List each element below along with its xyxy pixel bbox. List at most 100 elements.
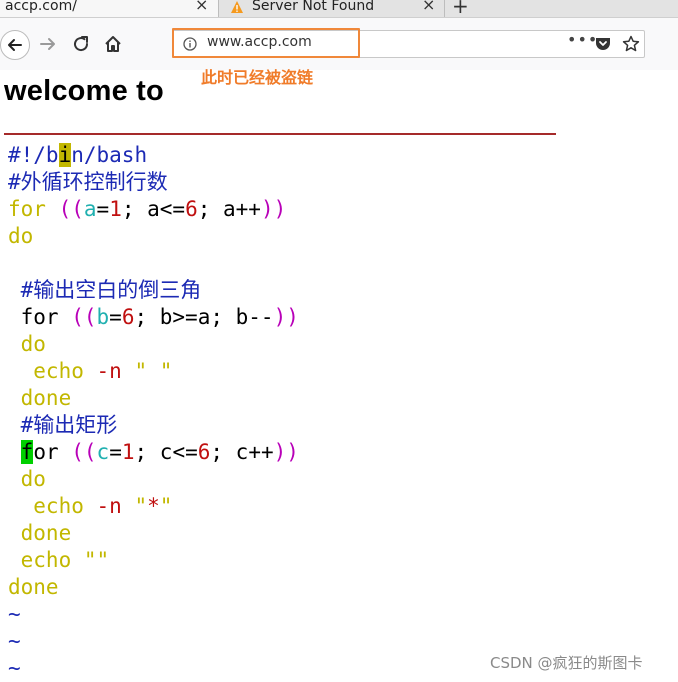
code-token: ; c<= <box>134 440 198 464</box>
code-token: do <box>8 224 34 248</box>
code-line: echo -n " " <box>8 358 299 385</box>
horizontal-rule <box>4 133 556 135</box>
new-tab-button[interactable]: + <box>452 0 469 16</box>
code-line: #!/bin/bash <box>8 142 299 169</box>
code-token: 1 <box>109 197 122 221</box>
code-token: for <box>8 197 46 221</box>
tab-server-not-found[interactable]: Server Not Found × <box>219 0 444 17</box>
tab-title: accp.com/ <box>5 0 77 14</box>
code-token: " " <box>134 359 173 383</box>
code-line: echo -n "*" <box>8 493 299 520</box>
code-token: (( <box>71 440 97 464</box>
code-token: for <box>8 305 72 329</box>
code-token: #输出矩形 <box>8 413 118 437</box>
code-line: for ((c=1; c<=6; c++)) <box>8 439 299 466</box>
code-line: for ((a=1; a<=6; a++)) <box>8 196 299 223</box>
code-token: (( <box>71 305 97 329</box>
code-token: ; c++ <box>210 440 274 464</box>
code-line: done <box>8 520 299 547</box>
code-line: ~ <box>8 628 299 655</box>
code-block: #!/bin/bash #外循环控制行数 for ((a=1; a<=6; a++)… <box>8 142 299 682</box>
code-line: #输出矩形 <box>8 412 299 439</box>
code-token: = <box>96 197 110 221</box>
code-token: 6 <box>121 305 135 329</box>
code-token: #输出空白的倒三角 <box>8 278 202 302</box>
code-token: ~ <box>8 656 21 680</box>
code-line: ~ <box>8 655 299 682</box>
tab-title: Server Not Found <box>252 0 375 14</box>
navigation-bar: www.accp.com ••• <box>0 18 678 70</box>
tab-strip: accp.com/ × Server Not Found × + <box>0 0 678 18</box>
code-token: f <box>20 440 34 464</box>
info-icon[interactable] <box>183 37 197 51</box>
code-token: or <box>33 440 72 464</box>
code-token: do <box>8 467 46 491</box>
code-token: " <box>159 494 173 518</box>
url-text[interactable]: www.accp.com <box>207 34 312 50</box>
code-line: #外循环控制行数 <box>8 169 299 196</box>
code-token: ~ <box>8 629 21 653</box>
code-line: echo "" <box>8 547 299 574</box>
code-line: do <box>8 223 299 250</box>
back-arrow-icon <box>8 39 22 51</box>
code-token: = <box>109 440 122 464</box>
page-actions-menu-icon[interactable]: ••• <box>567 30 598 49</box>
code-token: )) <box>273 305 299 329</box>
warning-icon <box>231 1 243 13</box>
code-token: "" <box>83 548 110 572</box>
tab-accp[interactable]: accp.com/ × <box>0 0 218 17</box>
code-token: done <box>8 386 72 410</box>
back-button[interactable] <box>0 30 30 60</box>
code-token: do <box>8 332 46 356</box>
code-token: * <box>147 494 160 518</box>
forward-arrow-icon[interactable] <box>38 34 58 54</box>
code-token: -n <box>96 359 122 383</box>
code-token: i <box>58 143 72 167</box>
code-token: done <box>8 575 59 599</box>
code-token: echo <box>8 494 97 518</box>
pocket-icon[interactable] <box>595 36 611 52</box>
code-line: done <box>8 385 299 412</box>
code-line: do <box>8 331 299 358</box>
code-token: b <box>96 305 110 329</box>
code-token: (( <box>58 197 84 221</box>
code-token: = <box>109 305 122 329</box>
code-line: do <box>8 466 299 493</box>
code-token: )) <box>273 440 299 464</box>
code-token: echo <box>8 548 84 572</box>
code-token: ; b>=a; b-- <box>134 305 274 329</box>
code-line: done <box>8 574 299 601</box>
code-token: #外循环控制行数 <box>8 170 168 194</box>
close-tab-icon[interactable]: × <box>195 0 208 13</box>
reload-icon[interactable] <box>71 34 91 54</box>
code-token: c <box>96 440 110 464</box>
code-token: -n <box>96 494 122 518</box>
code-token: n/bash <box>71 143 148 167</box>
annotation-text: 此时已经被盗链 <box>201 68 314 87</box>
page-title: welcome to <box>4 75 164 107</box>
code-line: ~ <box>8 601 299 628</box>
tab-divider <box>444 0 445 17</box>
code-token: )) <box>260 197 287 221</box>
code-token: #!/b <box>8 143 59 167</box>
home-icon[interactable] <box>103 34 123 54</box>
code-line: for ((b=6; b>=a; b--)) <box>8 304 299 331</box>
code-token: a <box>83 197 97 221</box>
code-token: ~ <box>8 602 21 626</box>
bookmark-star-icon[interactable] <box>622 35 640 53</box>
code-token: echo <box>8 359 97 383</box>
code-token: 6 <box>197 440 211 464</box>
code-token: ; a<= <box>121 197 186 221</box>
code-token: ; a++ <box>197 197 261 221</box>
close-tab-icon[interactable]: × <box>422 0 435 13</box>
code-token: 6 <box>185 197 198 221</box>
watermark: CSDN @疯狂的斯图卡 <box>490 654 643 672</box>
code-line: #输出空白的倒三角 <box>8 277 299 304</box>
code-token: " <box>134 494 148 518</box>
code-token: 1 <box>121 440 135 464</box>
